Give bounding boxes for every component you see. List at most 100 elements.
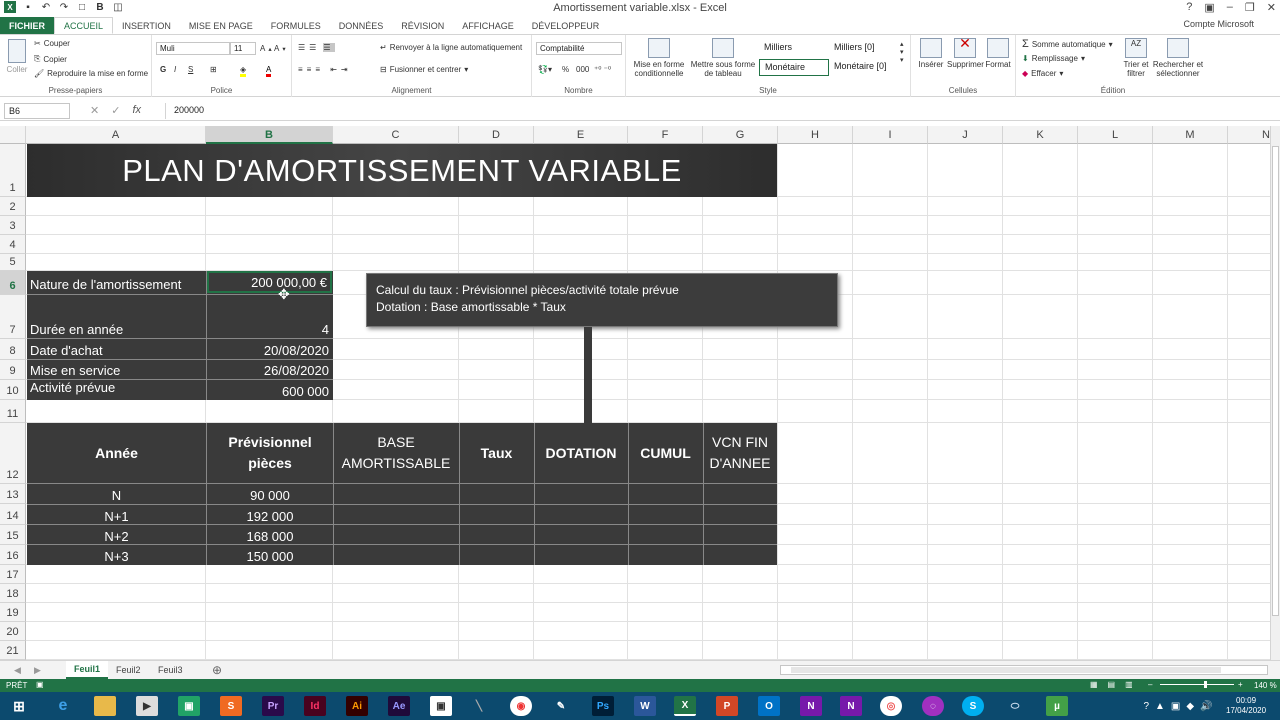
select-all-corner[interactable] <box>0 126 26 144</box>
onenote2-icon[interactable]: N <box>840 696 862 716</box>
messenger-icon[interactable]: ◌ <box>922 696 944 716</box>
row-header[interactable]: 3 <box>0 216 26 235</box>
column-header[interactable]: L <box>1078 126 1153 144</box>
format-button[interactable]: Format <box>983 38 1013 69</box>
info-label[interactable]: Mise en service <box>27 360 206 379</box>
sublime-icon[interactable]: S <box>220 696 242 716</box>
row-header[interactable]: 7 <box>0 295 26 339</box>
row-header[interactable]: 12 <box>0 423 26 484</box>
horizontal-scrollbar[interactable] <box>780 665 1268 675</box>
excel-taskbar-icon[interactable]: X <box>674 696 696 716</box>
table-header[interactable]: Année <box>27 423 206 483</box>
network-app-icon[interactable]: ⬭ <box>1004 696 1026 716</box>
ie-icon[interactable]: e <box>52 696 74 716</box>
row-header[interactable]: 16 <box>0 545 26 565</box>
view-mode-icons[interactable]: ▦▤▥ <box>1090 680 1143 689</box>
app-icon[interactable]: ▣ <box>430 696 452 716</box>
horizontal-align-icons[interactable]: ≡≡≡ ⇤⇥ <box>298 65 352 74</box>
thousands-button[interactable]: 000 <box>576 65 589 74</box>
font-size-select[interactable]: 11 <box>230 42 256 55</box>
ribbon-display-icon[interactable]: ▣ <box>1204 1 1214 14</box>
info-value[interactable]: 26/08/2020 <box>207 360 332 379</box>
column-header[interactable]: M <box>1153 126 1228 144</box>
fill-color-icon[interactable]: ◈ <box>240 65 247 77</box>
after-effects-icon[interactable]: Ae <box>388 696 410 716</box>
indesign-icon[interactable]: Id <box>304 696 326 716</box>
style-monetaire[interactable]: Monétaire <box>759 59 829 76</box>
percent-button[interactable]: % <box>562 65 569 74</box>
style-milliers-0[interactable]: Milliers [0] <box>829 40 899 57</box>
sort-filter-button[interactable]: AZ Trier et filtrer <box>1120 38 1152 78</box>
tab-accueil[interactable]: ACCUEIL <box>54 17 114 34</box>
table-header[interactable]: Prévisionnel pièces <box>207 423 333 483</box>
fill-button[interactable]: ⬇ Remplissage ▾ <box>1022 54 1085 63</box>
onenote-icon[interactable]: N <box>800 696 822 716</box>
help-icon[interactable]: ? <box>1186 1 1192 14</box>
tab-insertion[interactable]: INSERTION <box>113 17 180 34</box>
row-header[interactable]: 17 <box>0 565 26 584</box>
style-scroll-icon[interactable]: ▴ ▾ ▾ <box>900 41 904 65</box>
delete-button[interactable]: ✕ Supprimer <box>947 36 984 69</box>
zoom-level[interactable]: 140 % <box>1254 681 1277 690</box>
info-label[interactable]: Durée en année <box>27 295 206 338</box>
table-header[interactable]: Taux <box>459 423 534 483</box>
close-icon[interactable]: ✕ <box>1267 1 1276 14</box>
borders-icon[interactable]: ⊞ <box>210 65 217 74</box>
spreadsheet-grid[interactable]: A B C D E F G H I J K L M N 1 2 3 4 5 6 7 8 9 10 1… <box>0 126 1270 660</box>
row-header[interactable]: 1 <box>0 144 26 197</box>
column-header[interactable]: K <box>1003 126 1078 144</box>
table-header[interactable]: VCN FIN D'ANNEE <box>703 423 777 483</box>
style-monetaire-0[interactable]: Monétaire [0] <box>829 59 899 76</box>
account-button[interactable]: Compte Microsoft <box>1183 19 1254 29</box>
paste-button[interactable]: Coller <box>4 39 30 74</box>
row-header[interactable]: 18 <box>0 584 26 603</box>
row-header[interactable]: 6 <box>0 271 26 295</box>
table-row-pieces[interactable]: 90 000 <box>207 484 333 504</box>
tab-revision[interactable]: RÉVISION <box>392 17 453 34</box>
column-header[interactable]: J <box>928 126 1003 144</box>
vertical-scrollbar[interactable] <box>1270 126 1280 660</box>
table-row-pieces[interactable]: 150 000 <box>207 545 333 565</box>
table-row-pieces[interactable]: 192 000 <box>207 505 333 525</box>
info-value[interactable]: 20/08/2020 <box>207 339 332 359</box>
table-row-pieces[interactable]: 168 000 <box>207 525 333 545</box>
spiral-app-icon[interactable]: ◎ <box>880 696 902 716</box>
column-header[interactable]: I <box>853 126 928 144</box>
comment-box[interactable]: Calcul du taux : Prévisionnel pièces/act… <box>366 273 838 327</box>
info-label[interactable]: Activité prévue <box>27 380 206 400</box>
sheet-title[interactable]: PLAN D'AMORTISSEMENT VARIABLE <box>27 144 777 197</box>
powerpoint-icon[interactable]: P <box>716 696 738 716</box>
autosum-button[interactable]: Σ Somme automatique ▾ <box>1022 38 1113 50</box>
format-painter-button[interactable]: 🖌 Reproduire la mise en forme <box>34 69 148 78</box>
row-header[interactable]: 13 <box>0 484 26 504</box>
cut-button[interactable]: ✂ Couper <box>34 39 70 48</box>
column-header[interactable]: N <box>1228 126 1270 144</box>
shrink-font-icon[interactable]: A ▾ <box>274 44 286 53</box>
illustrator-icon[interactable]: Ai <box>346 696 368 716</box>
vertical-align-icons[interactable]: ☰☰ ☰ <box>298 43 335 52</box>
tool-icon[interactable]: ╲ <box>468 696 490 716</box>
column-header[interactable]: H <box>778 126 853 144</box>
insert-button[interactable]: Insérer <box>915 38 947 69</box>
row-header[interactable]: 21 <box>0 641 26 660</box>
outlook-icon[interactable]: O <box>758 696 780 716</box>
grow-font-icon[interactable]: A ▴ <box>260 44 272 53</box>
column-header[interactable]: D <box>459 126 534 144</box>
macro-record-icon[interactable]: ▣ <box>36 680 44 689</box>
sheet-tab-feuil2[interactable]: Feuil2 <box>108 661 149 679</box>
photoshop-icon[interactable]: Ps <box>592 696 614 716</box>
find-select-button[interactable]: Rechercher et sélectionner <box>1152 38 1204 78</box>
scroll-thumb[interactable] <box>1272 146 1279 616</box>
row-header[interactable]: 5 <box>0 254 26 271</box>
store-icon[interactable]: ▣ <box>178 696 200 716</box>
tab-affichage[interactable]: AFFICHAGE <box>453 17 523 34</box>
info-label[interactable]: Nature de l'amortissement <box>27 271 206 293</box>
column-header[interactable]: A <box>26 126 206 144</box>
zoom-slider[interactable] <box>1160 681 1234 688</box>
table-header[interactable]: CUMUL <box>628 423 703 483</box>
table-row-year[interactable]: N+2 <box>27 525 206 545</box>
zoom-in-icon[interactable]: + <box>1238 680 1243 689</box>
merge-center-button[interactable]: ⊟ Fusionner et centrer ▾ <box>380 65 468 74</box>
format-as-table-button[interactable]: Mettre sous forme de tableau <box>690 38 756 78</box>
column-header[interactable]: C <box>333 126 459 144</box>
